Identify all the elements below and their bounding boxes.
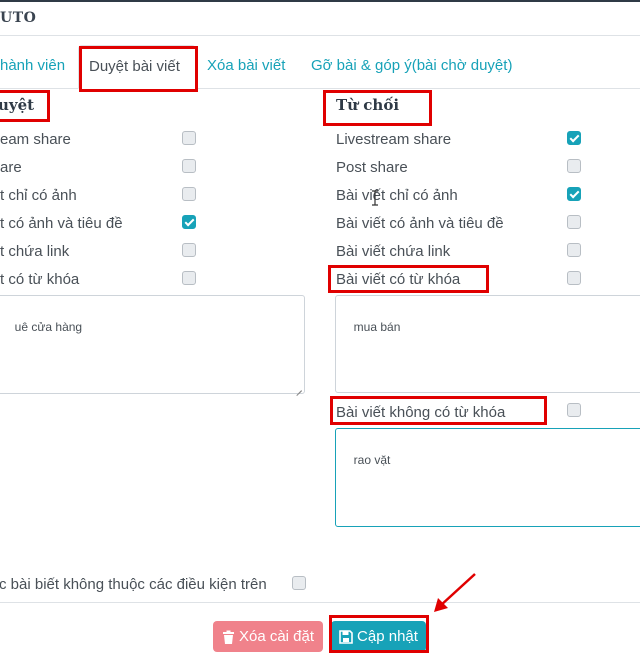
reject-no-keyword-checkbox[interactable]	[567, 403, 581, 417]
save-icon	[339, 629, 353, 644]
approve-keyword-checkbox[interactable]	[182, 271, 196, 285]
tab-approve-posts[interactable]: Duyệt bài viết	[78, 45, 196, 89]
other-condition-checkbox[interactable]	[292, 576, 306, 590]
reject-row-label: Livestream share	[336, 131, 452, 148]
approve-row-label: t chỉ có ảnh	[0, 187, 77, 204]
approve-row-label: t có từ khóa	[0, 271, 80, 288]
delete-settings-button[interactable]: Xóa cài đặt	[213, 621, 323, 652]
reject-row-label: Bài viết chứa link	[336, 243, 451, 260]
text-cursor-icon	[372, 190, 378, 206]
approve-photo-title-checkbox[interactable]	[182, 215, 196, 229]
reject-livestream-share-checkbox[interactable]	[567, 131, 581, 145]
reject-no-keyword-label: Bài viết không có từ khóa	[336, 404, 506, 421]
reject-keyword-checkbox[interactable]	[567, 271, 581, 285]
approve-column-title: uyệt	[0, 96, 35, 114]
annotation-arrow-icon	[434, 573, 476, 612]
tab-members[interactable]: hành viên	[0, 57, 65, 74]
update-button[interactable]: Cập nhật	[331, 621, 426, 652]
reject-photo-title-checkbox[interactable]	[567, 215, 581, 229]
approve-row-label: t có ảnh và tiêu đề	[0, 215, 123, 232]
approve-photo-only-checkbox[interactable]	[182, 187, 196, 201]
header-divider	[0, 35, 640, 36]
reject-row-label: Bài viết chỉ có ảnh	[336, 187, 458, 204]
approve-keywords-textarea[interactable]: uê cửa hàng	[0, 295, 305, 394]
footer-divider	[0, 602, 640, 603]
tab-remove-and-feedback[interactable]: Gỡ bài & góp ý(bài chờ duyệt)	[311, 57, 512, 74]
approve-row-label: are	[0, 159, 22, 176]
panel-title: UTO	[0, 10, 37, 26]
approve-post-share-checkbox[interactable]	[182, 159, 196, 173]
trash-icon	[222, 630, 234, 644]
reject-keywords-value: mua bán	[353, 320, 401, 334]
update-label: Cập nhật	[357, 628, 418, 645]
reject-post-share-checkbox[interactable]	[567, 159, 581, 173]
resize-handle[interactable]	[295, 384, 303, 392]
other-condition-label: c bài biết không thuộc các điều kiện trê…	[0, 576, 267, 593]
approve-keywords-value: uê cửa hàng	[14, 320, 83, 334]
reject-row-label: Post share	[336, 159, 408, 176]
top-border	[0, 0, 640, 2]
delete-settings-label: Xóa cài đặt	[238, 628, 315, 645]
reject-row-label: Bài viết có từ khóa	[336, 271, 461, 288]
approve-row-label: eam share	[0, 131, 71, 148]
tab-approve-posts-label: Duyệt bài viết	[89, 58, 180, 75]
approve-link-checkbox[interactable]	[182, 243, 196, 257]
reject-column-title: Từ chối	[336, 96, 400, 114]
tab-delete-posts[interactable]: Xóa bài viết	[207, 57, 285, 74]
reject-photo-only-checkbox[interactable]	[567, 187, 581, 201]
reject-link-checkbox[interactable]	[567, 243, 581, 257]
reject-no-keyword-textarea[interactable]: rao vặt	[335, 428, 640, 527]
approve-row-label: t chứa link	[0, 243, 70, 260]
reject-row-label: Bài viết có ảnh và tiêu đề	[336, 215, 504, 232]
reject-keywords-textarea[interactable]: mua bán	[335, 295, 640, 393]
reject-no-keyword-value: rao vặt	[353, 453, 391, 467]
approve-livestream-share-checkbox[interactable]	[182, 131, 196, 145]
